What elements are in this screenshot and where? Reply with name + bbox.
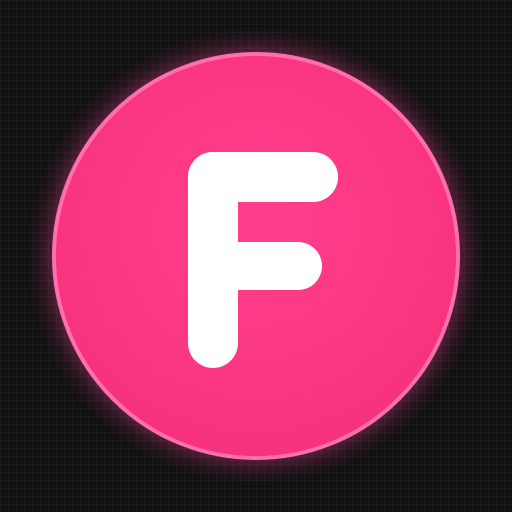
app-icon-canvas: F — [0, 0, 512, 512]
letter-f-glyph — [188, 152, 338, 368]
